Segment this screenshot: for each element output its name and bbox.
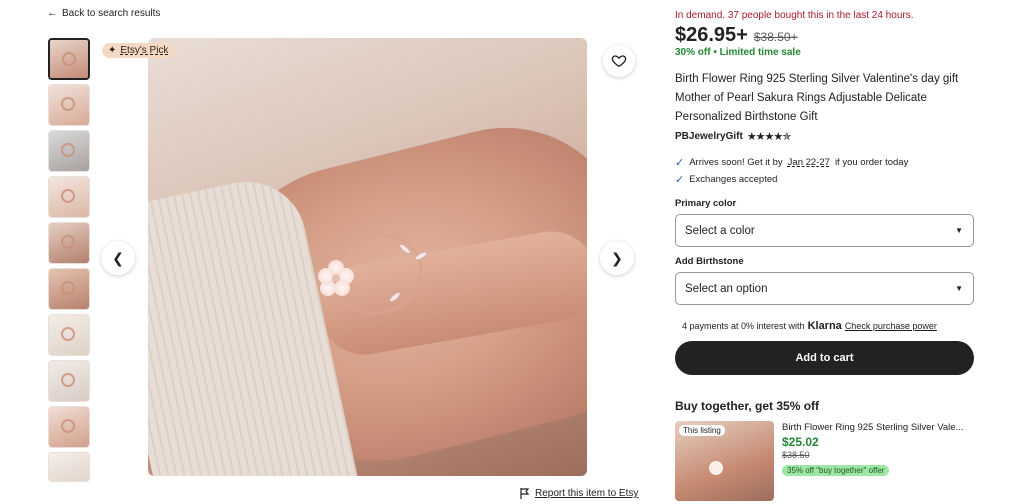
current-price: $26.95+ [675,24,748,46]
klarna-logo: Klarna [807,320,842,332]
bundle-listing-info: Birth Flower Ring 925 Sterling Silver Va… [782,422,974,478]
klarna-info: 4 payments at 0% interest with Klarna Ch… [682,320,937,332]
check-icon: ✓ [675,157,685,169]
shop-name-link[interactable]: PBJewelryGift [675,131,743,142]
thumbnail-10[interactable] [48,452,90,482]
add-to-cart-button[interactable]: Add to cart [675,341,974,375]
back-link-label: Back to search results [62,8,161,19]
bundle-offer-badge: 35% off "buy together" offer [782,465,890,476]
primary-color-select[interactable]: Select a color ▼ [675,214,974,247]
buy-together-heading: Buy together, get 35% off [675,399,820,413]
main-product-image[interactable] [148,38,587,476]
arrival-dates[interactable]: Jan 22-27 [788,157,830,168]
back-to-search-link[interactable]: ← Back to search results [47,7,161,20]
thumbnail-4[interactable] [48,176,90,218]
shop-row: PBJewelryGift ★★★★✯ [675,130,792,143]
bundle-price: $25.02 [782,435,819,449]
original-price: $38.50+ [753,30,798,44]
price-row: $26.95+ $38.50+ [675,24,798,47]
product-title: Birth Flower Ring 925 Sterling Silver Va… [675,73,959,123]
caret-down-icon: ▼ [955,226,963,235]
previous-image-button[interactable]: ❮ [101,241,135,275]
sparkle-icon: ✦ [108,45,117,56]
check-icon: ✓ [675,174,685,186]
favorite-button[interactable] [603,45,635,77]
caret-down-icon: ▼ [955,284,963,293]
birthstone-select[interactable]: Select an option ▼ [675,272,974,305]
klarna-prefix: 4 payments at 0% interest with [682,321,805,331]
exchanges-info: ✓ Exchanges accepted [675,173,777,186]
next-image-button[interactable]: ❯ [600,241,634,275]
arrival-info: ✓ Arrives soon! Get it by Jan 22-27 if y… [675,156,908,169]
arrival-prefix: Arrives soon! Get it by [689,157,783,168]
heart-icon [611,55,627,68]
thumbnail-2[interactable] [48,84,90,126]
chevron-left-icon: ❮ [112,249,124,266]
arrow-left-icon: ← [47,7,58,19]
thumbnail-1[interactable] [48,38,90,80]
thumbnail-list [48,38,90,482]
arrival-suffix: if you order today [834,157,909,168]
this-listing-tag: This listing [679,425,725,436]
chevron-right-icon: ❯ [611,249,623,266]
primary-color-value: Select a color [685,224,755,237]
thumbnail-5[interactable] [48,222,90,264]
thumbnail-8[interactable] [48,360,90,402]
report-item-link[interactable]: Report this item to Etsy [520,488,638,499]
birthstone-value: Select an option [685,282,768,295]
thumbnail-9[interactable] [48,406,90,448]
bundle-old-price: $38.50 [782,450,810,460]
thumbnail-7[interactable] [48,314,90,356]
demand-notice: In demand. 37 people bought this in the … [675,10,914,21]
rating-stars[interactable]: ★★★★✯ [747,130,792,143]
report-label: Report this item to Etsy [535,488,639,499]
thumbnail-6[interactable] [48,268,90,310]
bundle-listing-title[interactable]: Birth Flower Ring 925 Sterling Silver Va… [782,422,974,433]
thumbnail-3[interactable] [48,130,90,172]
flag-icon [520,488,530,499]
bundle-listing-image[interactable]: This listing [675,421,774,501]
exchanges-text: Exchanges accepted [689,174,778,185]
etsys-pick-label: Etsy's Pick [120,45,169,56]
birthstone-label: Add Birthstone [675,256,744,267]
check-purchase-power-link[interactable]: Check purchase power [845,321,937,331]
sale-text: 30% off • Limited time sale [675,47,801,58]
etsys-pick-badge[interactable]: ✦ Etsy's Pick [102,43,175,58]
primary-color-label: Primary color [675,198,737,209]
